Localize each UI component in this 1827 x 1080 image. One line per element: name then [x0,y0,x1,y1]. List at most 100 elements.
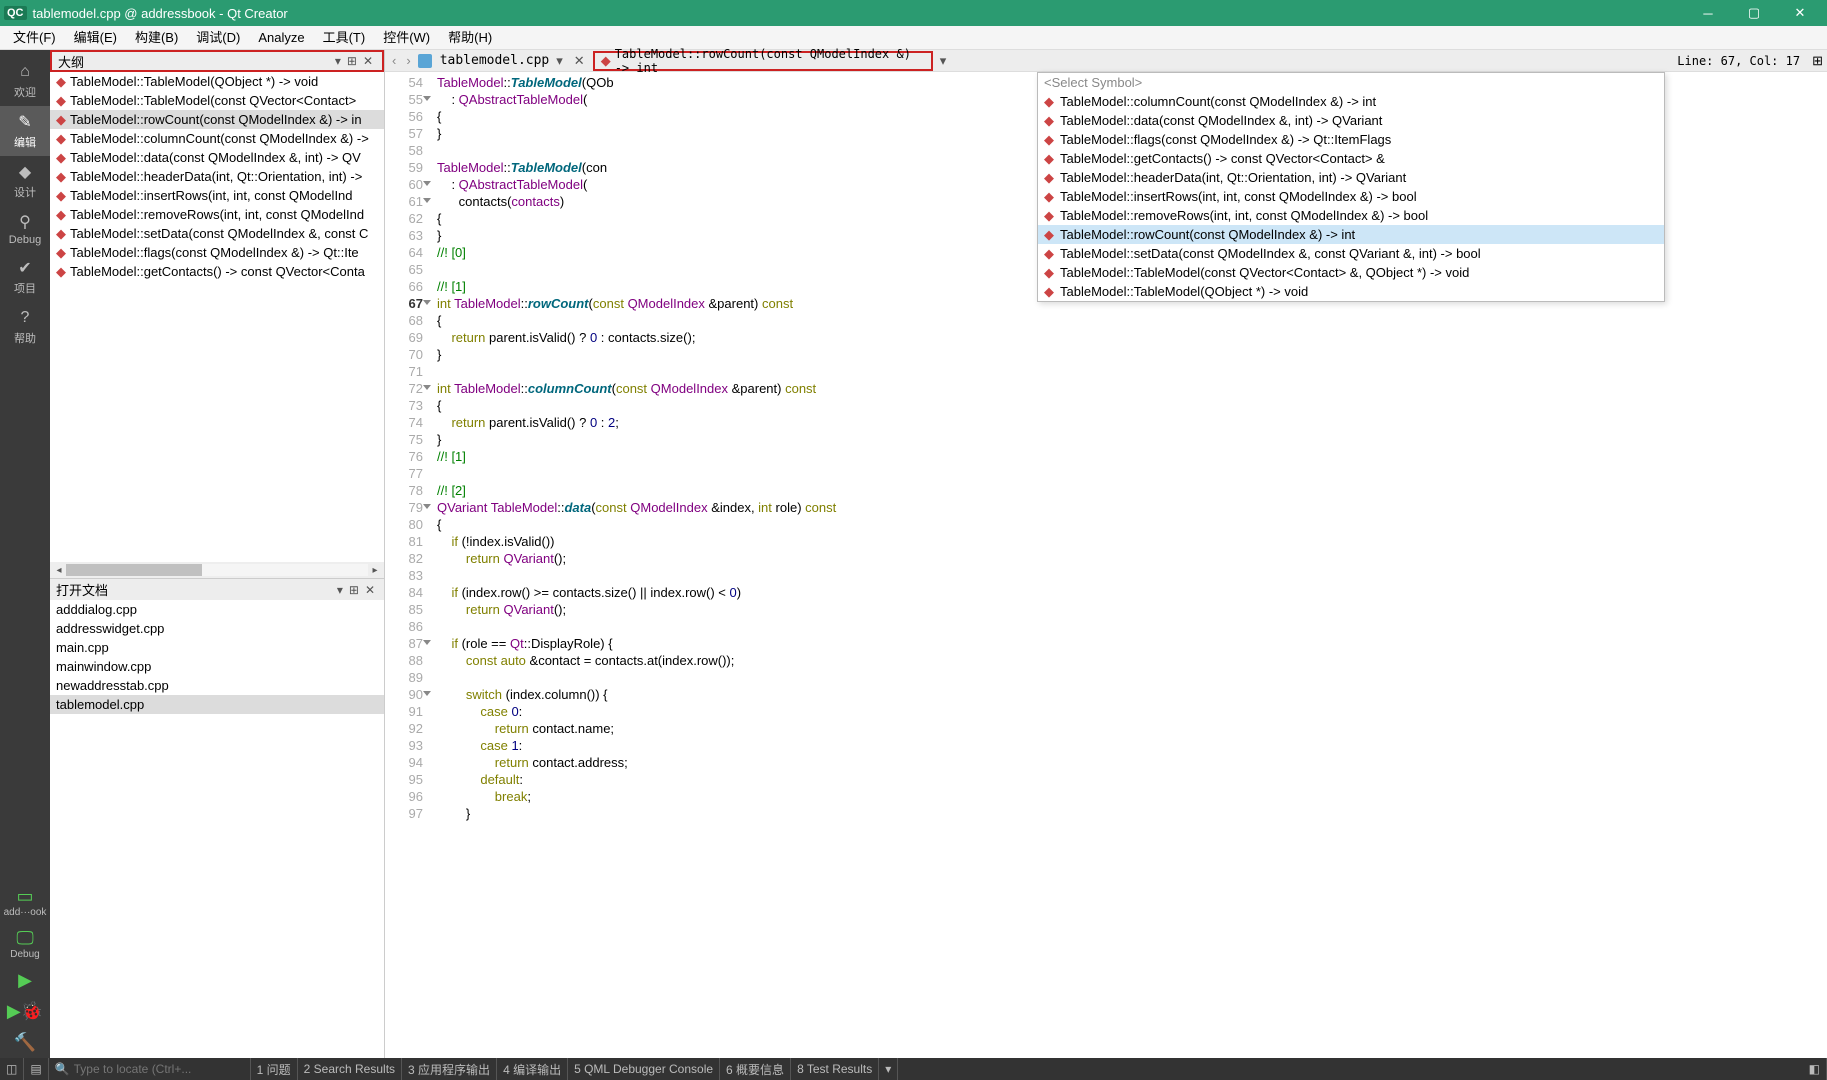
symbol-popup-item[interactable]: ◆TableModel::TableModel(QObject *) -> vo… [1038,282,1664,301]
code-line[interactable]: case 0: [437,703,1827,720]
open-doc-item[interactable]: mainwindow.cpp [50,657,384,676]
code-line[interactable]: if (!index.isValid()) [437,533,1827,550]
code-line[interactable]: QVariant TableModel::data(const QModelIn… [437,499,1827,516]
outline-close-icon[interactable]: ✕ [360,54,376,68]
symbol-popup-item[interactable]: ◆TableModel::columnCount(const QModelInd… [1038,92,1664,111]
open-doc-item[interactable]: addresswidget.cpp [50,619,384,638]
code-line[interactable]: const auto &contact = contacts.at(index.… [437,652,1827,669]
menu-item[interactable]: 调试(D) [187,26,249,50]
mode-bottom-item[interactable]: ▶ [0,965,50,996]
minimize-button[interactable]: ─ [1685,0,1731,26]
mode-item[interactable]: ⚲Debug [0,206,50,252]
symbol-dropdown-icon[interactable]: ▾ [937,53,950,69]
code-line[interactable]: //! [2] [437,482,1827,499]
code-line[interactable]: return contact.address; [437,754,1827,771]
symbol-selector[interactable]: ◆ TableModel::rowCount(const QModelIndex… [593,51,933,71]
menu-item[interactable]: 控件(W) [374,26,439,50]
code-line[interactable]: default: [437,771,1827,788]
status-tab[interactable]: 8 Test Results [791,1058,879,1080]
editor-split-icon[interactable]: ⊞ [1812,53,1823,69]
status-tab[interactable]: 6 概要信息 [720,1058,791,1080]
nav-back-icon[interactable]: ‹ [389,53,399,68]
mode-item[interactable]: ✔项目 [0,252,50,302]
scroll-right-icon[interactable]: ▸ [368,565,382,576]
code-line[interactable]: break; [437,788,1827,805]
outline-dropdown-icon[interactable]: ▾ [332,54,344,68]
mode-bottom-item[interactable]: 🖵Debug [0,923,50,965]
menu-item[interactable]: 构建(B) [126,26,187,50]
symbol-popup-item[interactable]: ◆TableModel::insertRows(int, int, const … [1038,187,1664,206]
symbol-popup-item[interactable]: ◆TableModel::getContacts() -> const QVec… [1038,149,1664,168]
symbol-popup-item[interactable]: ◆TableModel::setData(const QModelIndex &… [1038,244,1664,263]
outline-item[interactable]: ◆TableModel::setData(const QModelIndex &… [50,224,384,243]
code-line[interactable]: return QVariant(); [437,601,1827,618]
code-line[interactable]: { [437,397,1827,414]
code-line[interactable]: return QVariant(); [437,550,1827,567]
close-button[interactable]: ✕ [1777,0,1823,26]
status-tab[interactable]: 2 Search Results [298,1058,402,1080]
symbol-popup-item[interactable]: ◆TableModel::flags(const QModelIndex &) … [1038,130,1664,149]
menu-item[interactable]: 工具(T) [314,26,375,50]
open-doc-item[interactable]: newaddresstab.cpp [50,676,384,695]
menu-item[interactable]: 编辑(E) [65,26,126,50]
outline-item[interactable]: ◆TableModel::headerData(int, Qt::Orienta… [50,167,384,186]
code-line[interactable] [437,669,1827,686]
code-line[interactable]: int TableModel::columnCount(const QModel… [437,380,1827,397]
code-line[interactable]: { [437,312,1827,329]
outline-item[interactable]: ◆TableModel::removeRows(int, int, const … [50,205,384,224]
locator[interactable]: 🔍 [49,1058,251,1080]
code-line[interactable]: return parent.isValid() ? 0 : contacts.s… [437,329,1827,346]
symbol-popup-item[interactable]: ◆TableModel::data(const QModelIndex &, i… [1038,111,1664,130]
symbol-popup-item[interactable]: ◆TableModel::removeRows(int, int, const … [1038,206,1664,225]
status-tab[interactable]: 4 编译输出 [497,1058,568,1080]
code-line[interactable]: } [437,346,1827,363]
nav-fwd-icon[interactable]: › [403,53,413,68]
open-docs-dropdown-icon[interactable]: ▾ [334,583,346,597]
mode-bottom-item[interactable]: 🔨 [0,1027,50,1058]
symbol-popup-item[interactable]: ◆TableModel::headerData(int, Qt::Orienta… [1038,168,1664,187]
editor-file-name[interactable]: tablemodel.cpp [440,53,550,68]
mode-bottom-item[interactable]: ▶🐞 [0,996,50,1027]
open-doc-item[interactable]: adddialog.cpp [50,600,384,619]
status-tab[interactable]: 5 QML Debugger Console [568,1058,720,1080]
code-line[interactable] [437,618,1827,635]
mode-item[interactable]: ?帮助 [0,302,50,352]
code-line[interactable] [437,363,1827,380]
mode-item[interactable]: ✎编辑 [0,106,50,156]
mode-item[interactable]: ◆设计 [0,156,50,206]
status-tab-more[interactable]: ▾ [879,1058,898,1080]
code-line[interactable]: case 1: [437,737,1827,754]
menu-item[interactable]: 文件(F) [4,26,65,50]
code-line[interactable] [437,567,1827,584]
outline-item[interactable]: ◆TableModel::TableModel(QObject *) -> vo… [50,72,384,91]
open-doc-item[interactable]: main.cpp [50,638,384,657]
editor-close-icon[interactable]: ✕ [570,53,589,69]
menu-item[interactable]: 帮助(H) [439,26,501,50]
menu-item[interactable]: Analyze [249,26,313,50]
maximize-button[interactable]: ▢ [1731,0,1777,26]
code-line[interactable]: switch (index.column()) { [437,686,1827,703]
code-line[interactable]: return parent.isValid() ? 0 : 2; [437,414,1827,431]
mode-item[interactable]: ⌂欢迎 [0,56,50,106]
outline-item[interactable]: ◆TableModel::columnCount(const QModelInd… [50,129,384,148]
status-tab[interactable]: 3 应用程序输出 [402,1058,497,1080]
scroll-left-icon[interactable]: ◂ [52,565,66,576]
code-line[interactable] [437,465,1827,482]
outline-item[interactable]: ◆TableModel::getContacts() -> const QVec… [50,262,384,281]
symbol-popup-item[interactable]: ◆TableModel::TableModel(const QVector<Co… [1038,263,1664,282]
open-docs-split-icon[interactable]: ⊞ [346,583,362,597]
open-doc-item[interactable]: tablemodel.cpp [50,695,384,714]
status-prog-icon[interactable]: ◧ [1803,1058,1827,1080]
outline-item[interactable]: ◆TableModel::insertRows(int, int, const … [50,186,384,205]
code-line[interactable]: } [437,805,1827,822]
outline-item[interactable]: ◆TableModel::flags(const QModelIndex &) … [50,243,384,262]
outline-hscroll[interactable]: ◂ ▸ [50,562,384,578]
code-line[interactable]: { [437,516,1827,533]
status-icon2[interactable]: ▤ [24,1058,48,1080]
mode-bottom-item[interactable]: ▭add···ook [0,881,50,923]
outline-item[interactable]: ◆TableModel::TableModel(const QVector<Co… [50,91,384,110]
code-line[interactable]: return contact.name; [437,720,1827,737]
outline-split-icon[interactable]: ⊞ [344,54,360,68]
code-line[interactable]: } [437,431,1827,448]
status-icon[interactable]: ◫ [0,1058,24,1080]
